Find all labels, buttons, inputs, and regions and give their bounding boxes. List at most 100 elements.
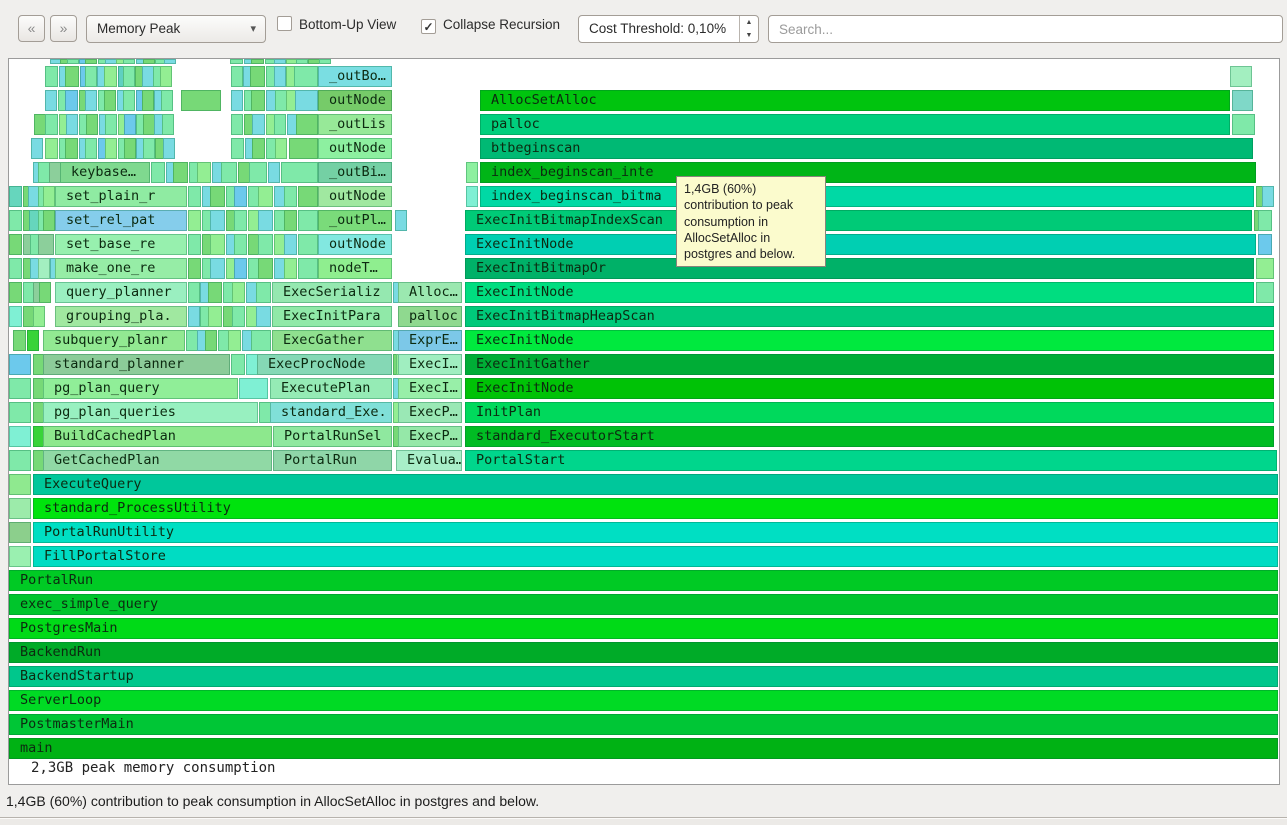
flame-cell[interactable] — [256, 282, 271, 303]
flame-cell[interactable] — [295, 90, 318, 111]
flame-cell[interactable] — [205, 330, 217, 351]
flame-cell[interactable] — [45, 114, 58, 135]
flame-cell-portalrun[interactable]: PortalRun — [273, 450, 392, 471]
flame-cell-query_planner[interactable]: query_planner — [55, 282, 187, 303]
flame-cell[interactable] — [86, 114, 98, 135]
flame-cell[interactable] — [85, 138, 97, 159]
flame-cell[interactable] — [298, 234, 318, 255]
flame-cell[interactable] — [258, 210, 273, 231]
flame-cell[interactable] — [268, 162, 280, 183]
flame-cell[interactable] — [208, 282, 222, 303]
flame-cell[interactable] — [234, 186, 247, 207]
flame-cell[interactable] — [161, 90, 173, 111]
flame-cell[interactable] — [105, 138, 117, 159]
flame-cell[interactable] — [208, 306, 222, 327]
flame-cell[interactable] — [252, 114, 265, 135]
bottom-up-checkbox-box[interactable] — [277, 16, 292, 31]
flame-cell[interactable] — [284, 210, 297, 231]
flame-cell[interactable] — [33, 306, 45, 327]
flame-cell[interactable] — [188, 186, 201, 207]
flame-cell-backendrun[interactable]: BackendRun — [9, 642, 1278, 663]
flame-cell-set_base_re[interactable]: set_base_re — [55, 234, 187, 255]
flame-cell[interactable] — [319, 59, 331, 64]
flame-cell[interactable] — [234, 234, 247, 255]
flame-cell[interactable] — [258, 186, 273, 207]
flame-cell[interactable] — [85, 66, 97, 87]
flame-cell[interactable] — [1258, 234, 1272, 255]
flame-cell[interactable] — [173, 162, 188, 183]
flame-cell-allocsetalloc[interactable]: AllocSetAlloc — [480, 90, 1230, 111]
flame-cell[interactable] — [123, 59, 135, 64]
flame-cell-btbeginscan[interactable]: btbeginscan — [480, 138, 1253, 159]
flame-cell[interactable] — [281, 162, 318, 183]
flame-cell-execinitnode[interactable]: ExecInitNode — [465, 234, 1256, 255]
flame-cell[interactable] — [289, 138, 318, 159]
flame-cell[interactable] — [258, 258, 273, 279]
flame-cell[interactable] — [274, 114, 286, 135]
flame-cell[interactable] — [296, 59, 308, 64]
flame-cell[interactable] — [284, 186, 297, 207]
flame-cell[interactable] — [239, 378, 268, 399]
flame-cell-alloc[interactable]: Alloc… — [398, 282, 462, 303]
flame-cell[interactable] — [256, 306, 271, 327]
flame-cell[interactable] — [251, 330, 271, 351]
flame-cell[interactable] — [38, 234, 54, 255]
flame-cell[interactable] — [197, 162, 211, 183]
flame-cell[interactable] — [9, 498, 31, 519]
flame-cell[interactable] — [66, 114, 78, 135]
search-input[interactable] — [768, 15, 1283, 43]
flame-cell-_outbi[interactable]: _outBi… — [318, 162, 392, 183]
flame-cell[interactable] — [67, 59, 79, 64]
flame-cell[interactable] — [252, 138, 265, 159]
flame-cell-standard_exe[interactable]: standard_Exe. — [270, 402, 392, 423]
flame-cell[interactable] — [221, 162, 237, 183]
flame-cell-execprocnode[interactable]: ExecProcNode — [257, 354, 392, 375]
flame-cell-execserializ[interactable]: ExecSerializ — [272, 282, 392, 303]
check-icon[interactable]: ✓ — [421, 19, 436, 34]
flame-cell-outnode[interactable]: outNode — [318, 90, 392, 111]
flame-cell-set_plain_r[interactable]: set_plain_r — [55, 186, 187, 207]
flame-cell[interactable] — [9, 234, 22, 255]
back-button[interactable]: « — [18, 15, 45, 42]
flame-cell[interactable] — [181, 90, 221, 111]
flame-cell[interactable] — [251, 59, 264, 64]
flame-cell[interactable] — [13, 330, 26, 351]
flame-cell-portalrunutility[interactable]: PortalRunUtility — [33, 522, 1278, 543]
flame-cell-standard_processutility[interactable]: standard_ProcessUtility — [33, 498, 1278, 519]
flame-cell[interactable] — [27, 330, 39, 351]
flame-cell[interactable] — [9, 402, 31, 423]
spinner-buttons[interactable]: ▲ ▼ — [739, 16, 758, 42]
flame-cell[interactable] — [284, 234, 297, 255]
flame-cell[interactable] — [231, 354, 245, 375]
flame-cell-_outpl[interactable]: _outPl… — [318, 210, 392, 231]
flame-cell[interactable] — [65, 66, 79, 87]
flame-cell[interactable] — [104, 66, 117, 87]
flame-cell[interactable] — [142, 90, 154, 111]
flame-cell-getcachedplan[interactable]: GetCachedPlan — [43, 450, 272, 471]
flame-cell-execinitnode[interactable]: ExecInitNode — [465, 378, 1274, 399]
flame-cell[interactable] — [9, 474, 31, 495]
flame-cell[interactable] — [31, 138, 43, 159]
flame-cell[interactable] — [105, 114, 117, 135]
flame-cell[interactable] — [143, 59, 155, 64]
flame-cell-set_rel_pat[interactable]: set_rel_pat — [55, 210, 187, 231]
flame-cell[interactable] — [9, 354, 31, 375]
flame-cell[interactable] — [466, 186, 478, 207]
flame-cell-outnode[interactable]: outNode — [318, 234, 392, 255]
flame-cell-postmastermain[interactable]: PostmasterMain — [9, 714, 1278, 735]
flame-cell-execinitgather[interactable]: ExecInitGather — [465, 354, 1274, 375]
flame-cell[interactable] — [9, 378, 31, 399]
flame-cell[interactable] — [45, 90, 57, 111]
flame-cell[interactable] — [43, 210, 55, 231]
flame-cell[interactable] — [9, 450, 31, 471]
forward-button[interactable]: » — [50, 15, 77, 42]
flame-cell[interactable] — [85, 90, 97, 111]
flame-cell-backendstartup[interactable]: BackendStartup — [9, 666, 1278, 687]
flame-cell-portalrun[interactable]: PortalRun — [9, 570, 1278, 591]
flame-cell[interactable] — [160, 66, 172, 87]
flame-cell[interactable] — [39, 282, 51, 303]
flame-cell-execp[interactable]: ExecP… — [398, 426, 462, 447]
flame-cell-execinitnode[interactable]: ExecInitNode — [465, 330, 1274, 351]
flame-cell[interactable] — [231, 90, 243, 111]
flame-cell-pg_plan_query[interactable]: pg_plan_query — [43, 378, 238, 399]
